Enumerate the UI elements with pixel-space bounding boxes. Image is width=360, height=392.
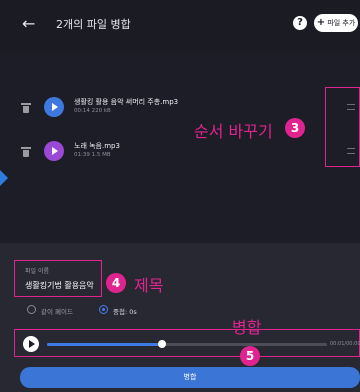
plus-icon: + (316, 17, 326, 28)
file-row[interactable]: 노래 녹음.mp3 01:39 1.5 MB (0, 139, 360, 169)
seek-knob[interactable] (157, 340, 166, 348)
preview-play-icon[interactable] (23, 336, 39, 352)
delete-icon[interactable] (21, 147, 31, 157)
title-annotation: 제목 (134, 276, 164, 295)
overlap-radio[interactable] (99, 305, 108, 314)
pointer-arrow-icon (0, 170, 8, 186)
play-icon[interactable] (44, 141, 64, 161)
file-row[interactable]: 생활킹 활용 음악 써머리 주총.mp3 00:14 220 kB (0, 95, 360, 125)
delete-icon[interactable] (21, 103, 31, 113)
play-icon[interactable] (44, 97, 64, 117)
overlap-label: 중첩: 0s (113, 308, 137, 316)
seek-progress (47, 343, 162, 346)
reorder-highlight-box (325, 87, 360, 167)
add-file-button[interactable]: + 파일 추가 (314, 14, 358, 32)
add-file-label: 파일 추가 (327, 19, 356, 27)
reorder-badge: 3 (285, 118, 305, 138)
file-name: 생활킹 활용 음악 써머리 주총.mp3 (74, 98, 179, 106)
merge-button[interactable]: 병합 (20, 367, 360, 388)
app-header: ← 2개의 파일 병합 ? + 파일 추가 (0, 0, 360, 52)
crossfade-label: 같이 페이드 (41, 308, 73, 316)
page-title: 2개의 파일 병합 (56, 18, 131, 31)
filename-input[interactable]: 생활킹기법 활용음악 (25, 280, 94, 291)
title-badge: 4 (106, 273, 126, 293)
playback-time: 00:01/00:00 (330, 341, 360, 347)
reorder-annotation: 순서 바꾸기 (194, 122, 273, 141)
file-meta: 00:14 220 kB (74, 108, 111, 114)
file-name: 노래 녹음.mp3 (74, 142, 120, 150)
help-icon[interactable]: ? (293, 16, 307, 30)
back-arrow-icon[interactable]: ← (22, 14, 35, 33)
seek-bar[interactable] (47, 340, 327, 348)
filename-label: 파일 이름 (25, 268, 49, 275)
crossfade-radio[interactable] (27, 305, 36, 314)
merge-badge: 5 (240, 346, 260, 366)
file-meta: 01:39 1.5 MB (74, 152, 111, 158)
